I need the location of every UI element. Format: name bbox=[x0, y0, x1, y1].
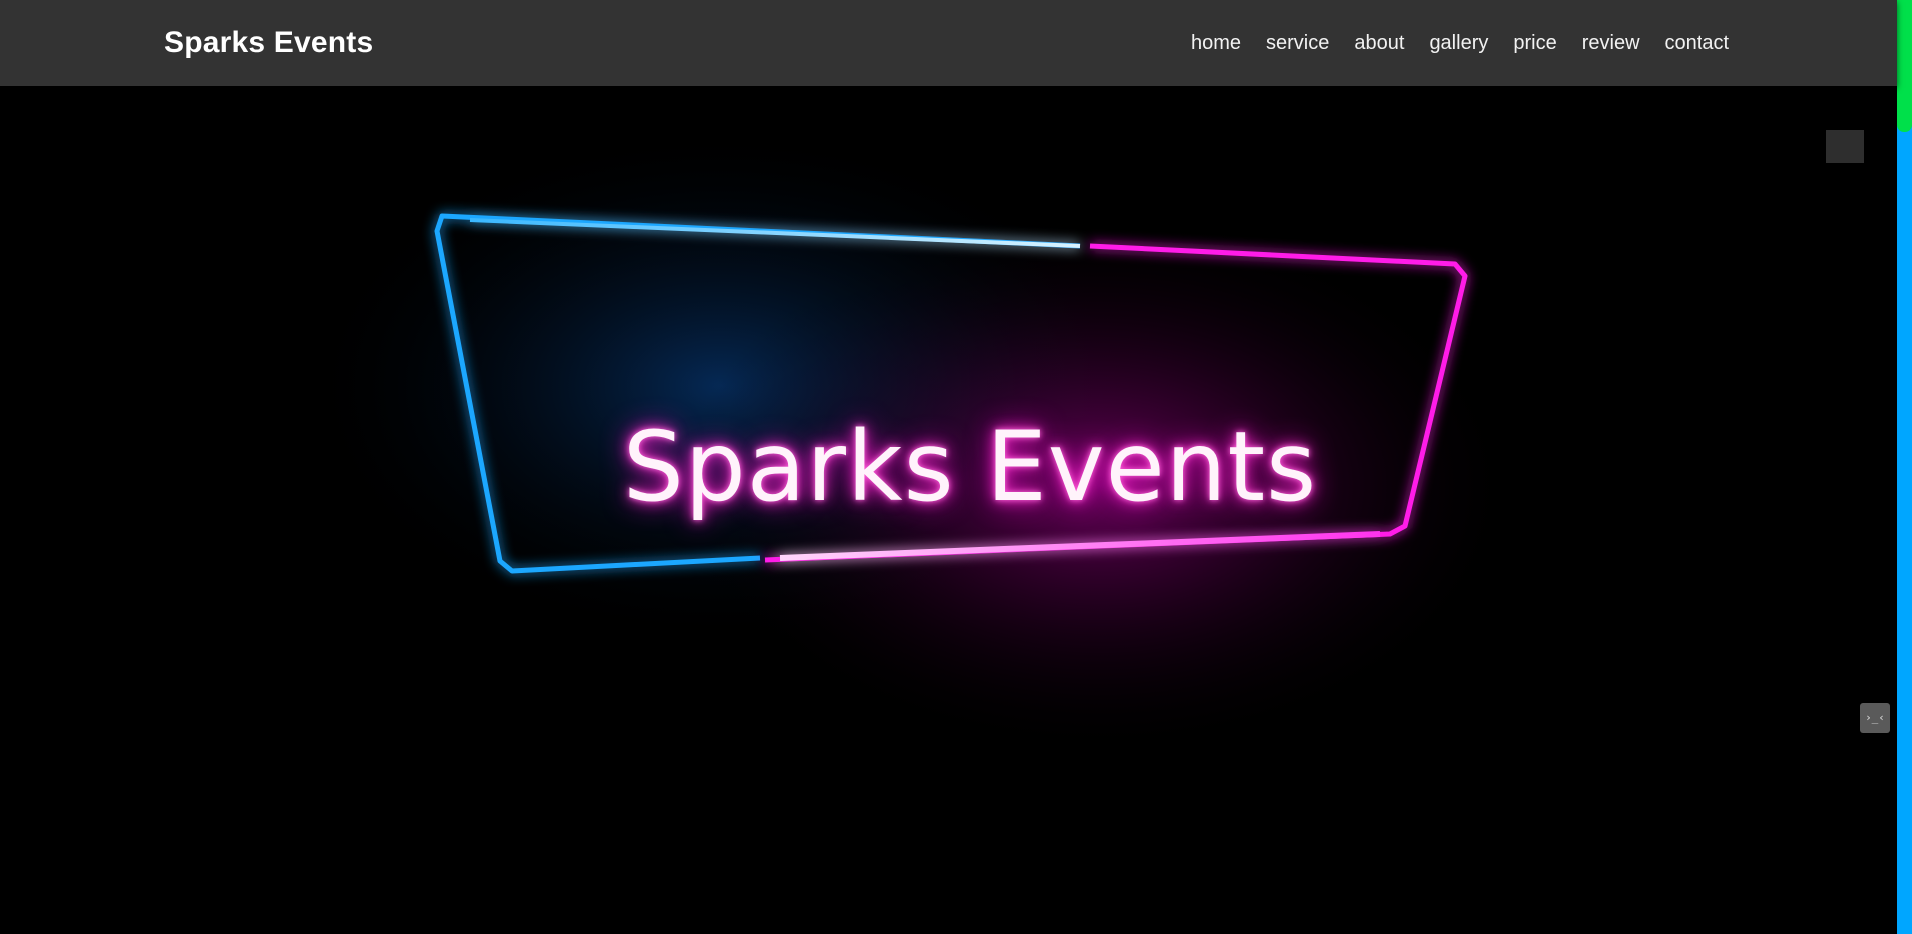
nav-review[interactable]: review bbox=[1582, 32, 1640, 55]
nav-contact[interactable]: contact bbox=[1665, 32, 1729, 55]
corner-toggle-button[interactable] bbox=[1826, 130, 1864, 163]
page-scrollbar[interactable] bbox=[1897, 0, 1912, 934]
nav-price[interactable]: price bbox=[1513, 32, 1556, 55]
nav-gallery[interactable]: gallery bbox=[1429, 32, 1488, 55]
terminal-icon[interactable]: ›_‹ bbox=[1860, 703, 1890, 733]
site-logo[interactable]: Sparks Events bbox=[164, 0, 373, 86]
nav-about[interactable]: about bbox=[1354, 32, 1404, 55]
main-nav: home service about gallery price review … bbox=[1191, 0, 1729, 86]
site-header: Sparks Events home service about gallery… bbox=[0, 0, 1897, 86]
nav-home[interactable]: home bbox=[1191, 32, 1241, 55]
nav-service[interactable]: service bbox=[1266, 32, 1329, 55]
hero-section: Sparks Events bbox=[0, 86, 1897, 934]
scrollbar-thumb[interactable] bbox=[1897, 0, 1912, 132]
hero-title: Sparks Events bbox=[622, 411, 1318, 523]
